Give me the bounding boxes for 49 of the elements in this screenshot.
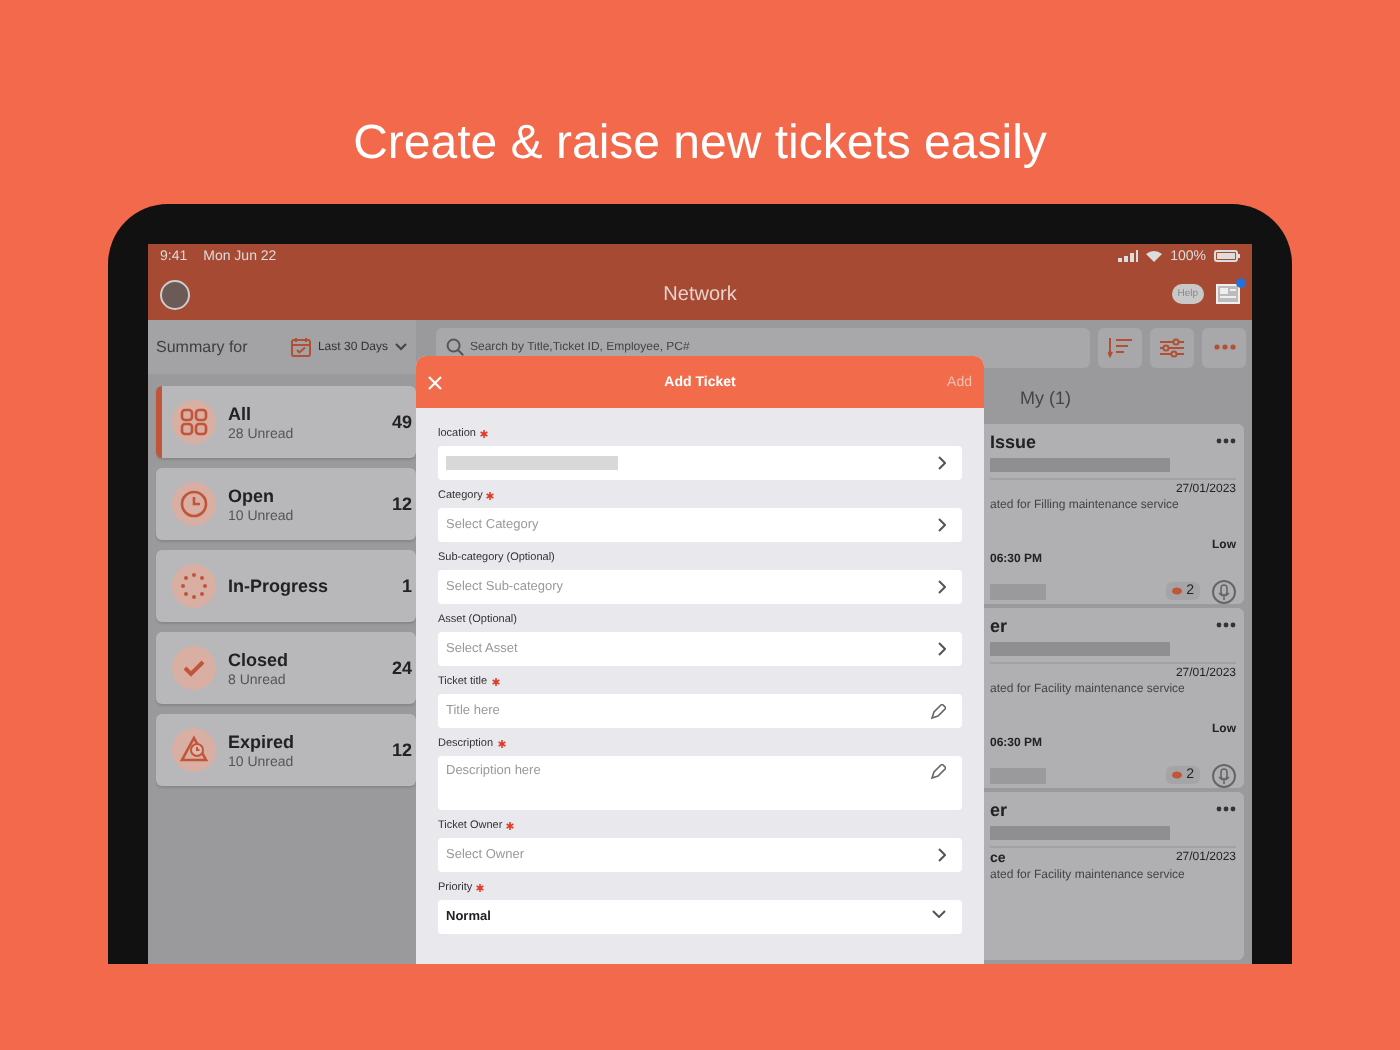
chevron-right-icon xyxy=(938,642,946,656)
headline: Create & raise new tickets easily xyxy=(351,114,1049,174)
close-icon xyxy=(428,375,442,389)
sliders-icon xyxy=(1160,337,1184,357)
chevron-right-icon xyxy=(938,518,946,532)
signal-icon xyxy=(1118,250,1139,262)
status-name: All xyxy=(228,403,254,423)
ticket-count: 1 xyxy=(401,576,412,596)
status-name: Closed xyxy=(228,649,291,669)
tag-icon xyxy=(1172,770,1183,781)
tag-icon xyxy=(1172,586,1183,597)
wifi-icon xyxy=(1146,250,1163,262)
more-icon xyxy=(1213,344,1235,350)
more-icon[interactable] xyxy=(1216,806,1236,813)
summary-label: Summary for xyxy=(156,338,248,356)
ticket-count: 49 xyxy=(391,412,412,432)
calendar-icon xyxy=(289,336,312,358)
ticket-title: er xyxy=(990,615,1008,636)
avatar[interactable] xyxy=(160,279,190,309)
status-name: Expired xyxy=(228,731,297,751)
ticket-title: Issue xyxy=(990,431,1037,452)
chevron-down-icon xyxy=(394,342,408,352)
status-name: In-Progress xyxy=(228,576,331,596)
tab[interactable]: My (1) xyxy=(1020,388,1071,409)
battery-icon xyxy=(1214,250,1240,262)
more-icon[interactable] xyxy=(1216,622,1236,629)
sort-button[interactable] xyxy=(1098,327,1142,367)
chevron-right-icon xyxy=(938,580,946,594)
pencil-icon xyxy=(930,764,946,780)
filter-button[interactable] xyxy=(1150,327,1194,367)
ticket-count: 12 xyxy=(391,494,412,514)
sort-icon xyxy=(1108,336,1132,358)
screen-title: Network xyxy=(663,283,737,305)
more-button[interactable] xyxy=(1202,327,1246,367)
status-card[interactable]: In-Progress 1 xyxy=(156,550,416,622)
chevron-down-icon xyxy=(932,910,946,918)
chevron-right-icon xyxy=(938,456,946,470)
document-icon[interactable] xyxy=(1216,284,1240,304)
chevron-right-icon xyxy=(938,848,946,862)
ticket-count: 24 xyxy=(391,658,412,678)
search-icon xyxy=(446,337,464,355)
microphone-icon[interactable] xyxy=(1212,763,1236,788)
ticket-title: er xyxy=(990,799,1008,820)
pencil-icon xyxy=(930,704,946,720)
status-name: Open xyxy=(228,485,277,505)
microphone-icon[interactable] xyxy=(1212,579,1236,604)
more-icon[interactable] xyxy=(1216,438,1236,445)
close-button[interactable] xyxy=(428,375,442,389)
ticket-count: 12 xyxy=(391,740,412,760)
